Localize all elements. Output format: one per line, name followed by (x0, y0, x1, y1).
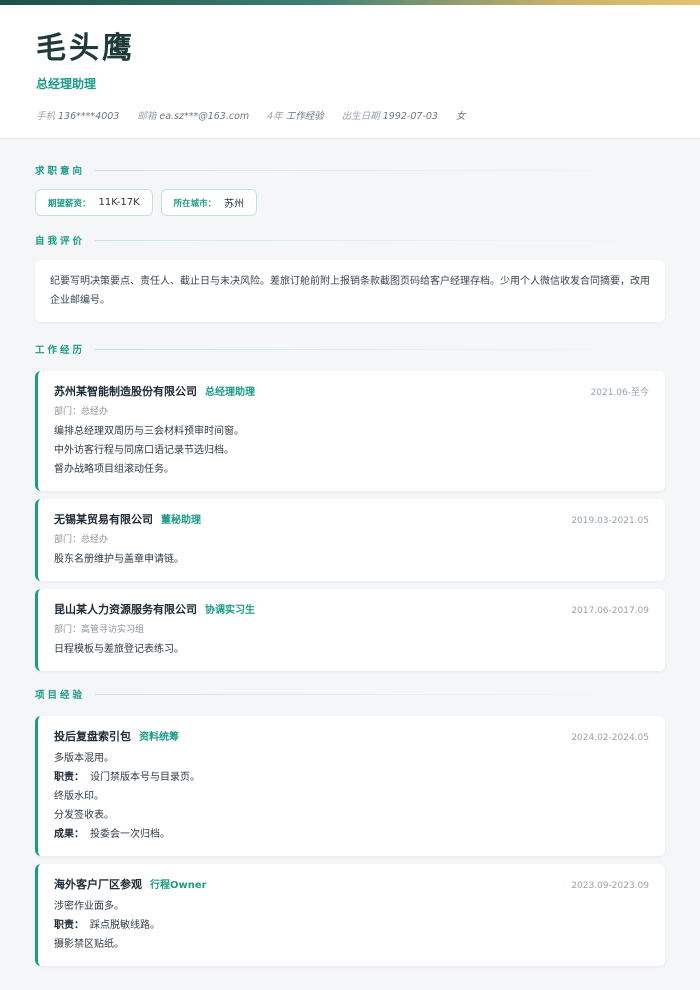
project-duty: 职责： 踩点脱敏线路。 (54, 920, 160, 931)
candidate-title: 总经理助理 (36, 77, 97, 91)
project-role: 行程Owner (150, 880, 207, 891)
job-date: 2017.06-2017.09 (571, 606, 649, 616)
project-desc: 涉密作业面多。 (54, 901, 124, 912)
city-tag: 所在城市： 苏州 (160, 189, 258, 216)
meta-experience: 4年 工作经验 (267, 111, 324, 122)
section-title-intent: 求职意向 (35, 161, 665, 179)
intent-tags: 期望薪资： 11K-17K 所在城市： 苏州 (35, 189, 665, 216)
self-summary: 纪要写明决策要点、责任人、截止日与未决风险。差旅订舱前附上报销条款截图页码给客户… (35, 260, 665, 322)
job-line: 编排总经理双周历与三会材料预审时间窗。 (54, 426, 244, 437)
meta-gender: 女 (455, 111, 466, 122)
job-line: 股东名册维护与盖章申请链。 (54, 554, 184, 565)
work-item: 昆山某人力资源服务有限公司 协调实习生 2017.06-2017.09 部门：高… (35, 589, 665, 671)
project-item: 海外客户厂区参观 行程Owner 2023.09-2023.09 涉密作业面多。… (35, 864, 665, 966)
project-date: 2024.02-2024.05 (571, 733, 649, 743)
job-date: 2019.03-2021.05 (571, 516, 649, 526)
project-name: 投后复盘索引包 (54, 730, 131, 743)
work-list: 苏州某智能制造股份有限公司 总经理助理 2021.06-至今 部门：总经办 编排… (35, 371, 665, 671)
job-line: 中外访客行程与同席口语记录节选归档。 (54, 445, 234, 456)
work-item: 无锡某贸易有限公司 董秘助理 2019.03-2021.05 部门：总经办 股东… (35, 499, 665, 581)
project-line: 分发签收表。 (54, 810, 114, 821)
job-line: 督办战略项目组滚动任务。 (54, 464, 174, 475)
project-name: 海外客户厂区参观 (54, 878, 142, 891)
job-date: 2021.06-至今 (590, 388, 649, 398)
job-dept: 部门：总经办 (54, 407, 109, 417)
project-duty: 职责： 设门禁版本号与目录页。 (54, 772, 200, 783)
job-line: 日程模板与差旅登记表练习。 (54, 644, 184, 655)
company-name: 苏州某智能制造股份有限公司 (54, 385, 197, 398)
project-list: 投后复盘索引包 资料统筹 2024.02-2024.05 多版本混用。 职责：设… (35, 716, 665, 966)
resume-header: 毛头鹰 总经理助理 手机 136****4003 邮箱 ea.sz***@163.c… (0, 5, 700, 139)
work-item: 苏州某智能制造股份有限公司 总经理助理 2021.06-至今 部门：总经办 编排… (35, 371, 665, 491)
job-role: 协调实习生 (205, 605, 255, 616)
project-date: 2023.09-2023.09 (571, 881, 649, 891)
job-role: 总经理助理 (205, 387, 255, 398)
project-line: 摄影禁区贴纸。 (54, 939, 124, 950)
resume-body: 求职意向 期望薪资： 11K-17K 所在城市： 苏州 自我评价 纪要写明决策要点、… (0, 161, 700, 966)
company-name: 昆山某人力资源服务有限公司 (54, 603, 197, 616)
meta-birthdate: 出生日期 1992-07-03 (341, 111, 438, 122)
project-item: 投后复盘索引包 资料统筹 2024.02-2024.05 多版本混用。 职责：设… (35, 716, 665, 856)
project-desc: 多版本混用。 (54, 753, 114, 764)
meta-phone: 手机 136****4003 (36, 111, 120, 122)
job-role: 董秘助理 (161, 515, 201, 526)
candidate-name: 毛头鹰 (36, 31, 135, 66)
contact-meta: 手机 136****4003 邮箱 ea.sz***@163.com 4年 工作经验 … (36, 108, 664, 122)
meta-email: 邮箱 ea.sz***@163.com (137, 111, 250, 122)
project-result: 成果： 投委会一次归档。 (54, 829, 170, 840)
section-title-projects: 项目经验 (35, 685, 665, 703)
company-name: 无锡某贸易有限公司 (54, 513, 153, 526)
project-role: 资料统筹 (139, 732, 179, 743)
job-dept: 部门：总经办 (54, 535, 109, 545)
salary-tag: 期望薪资： 11K-17K (35, 189, 153, 216)
section-title-summary: 自我评价 (35, 231, 665, 249)
project-line: 终版水印。 (54, 791, 104, 802)
job-dept: 部门：高管寻访实习组 (54, 625, 145, 635)
section-title-work: 工作经历 (35, 340, 665, 358)
